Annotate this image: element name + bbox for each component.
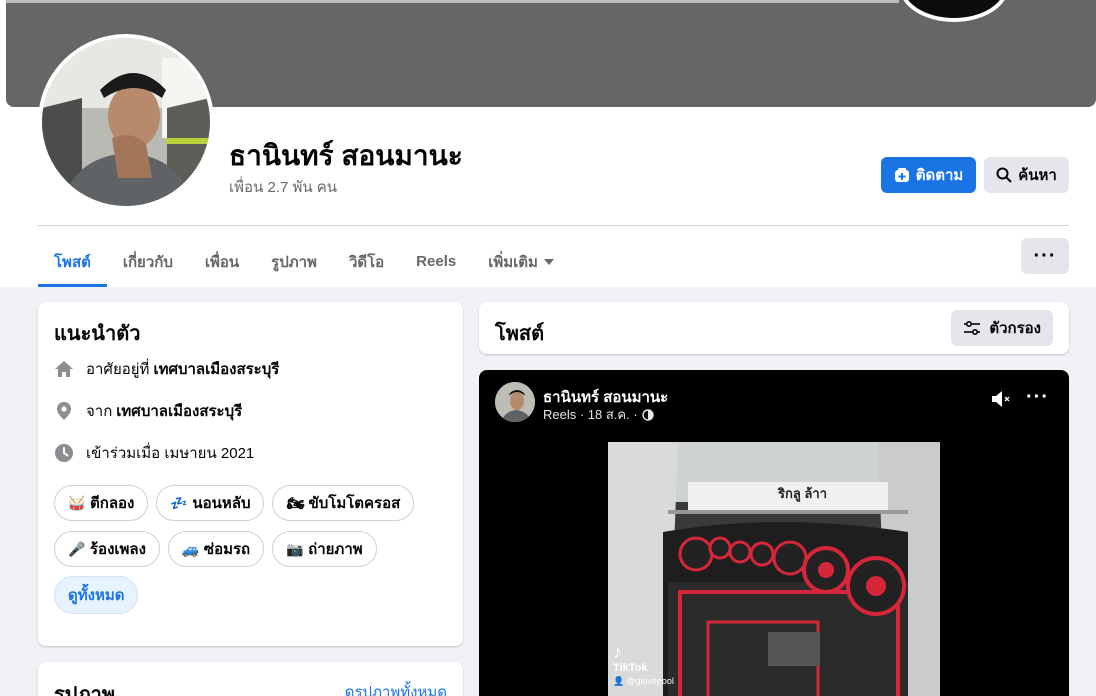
tab-friends[interactable]: เพื่อน: [189, 236, 255, 287]
from-link[interactable]: เทศบาลเมืองสระบุรี: [116, 399, 242, 423]
post-meta: Reels · 18 ส.ค. ·: [543, 404, 654, 425]
follow-label: ติดตาม: [915, 167, 964, 184]
lives-in-link[interactable]: เทศบาลเมืองสระบุรี: [153, 357, 279, 381]
search-label: ค้นหา: [1018, 167, 1057, 184]
profile-tabs: โพสต์ เกี่ยวกับ เพื่อน รูปภาพ วิดีโอ Ree…: [38, 236, 570, 287]
tab-posts[interactable]: โพสต์: [38, 236, 107, 287]
location-pin-icon: [54, 401, 74, 421]
tab-about[interactable]: เกี่ยวกับ: [107, 236, 189, 287]
profile-avatar[interactable]: [38, 34, 214, 210]
lives-in-row: อาศัยอยู่ที่ เทศบาลเมืองสระบุรี: [54, 357, 279, 381]
from-row: จาก เทศบาลเมืองสระบุรี: [54, 399, 242, 423]
profile-header: ธานินทร์ สอนมานะ เพื่อน 2.7 พัน คน ติดตา…: [0, 0, 1096, 287]
hobby-chip[interactable]: 📷 ถ่ายภาพ: [272, 531, 377, 567]
see-all-hobbies-button[interactable]: ดูทั้งหมด: [54, 576, 139, 614]
sleep-icon: 💤: [170, 494, 188, 511]
clock-icon: [54, 443, 74, 463]
filter-sliders-icon: [964, 321, 981, 335]
reel-video[interactable]: ริกลู ล้าา ♪ TikTok 👤 @glovepool: [608, 442, 940, 696]
cover-graphic: [899, 0, 1009, 22]
more-icon: ···: [1033, 244, 1057, 267]
hobbies-list: 🥁 ตีกลอง 💤 นอนหลับ 🏍 ขับโมโตครอส 🎤 ร้องเพลง …: [54, 485, 454, 569]
camera-icon: 📷: [286, 540, 304, 557]
tiktok-watermark: ♪ TikTok 👤 @glovepool: [613, 642, 674, 686]
reel-post: ธานินทร์ สอนมานะ Reels · 18 ส.ค. · ··· ร…: [479, 370, 1069, 696]
home-icon: [54, 359, 74, 379]
microphone-icon: 🎤: [68, 540, 86, 557]
tab-more[interactable]: เพิ่มเติม: [472, 236, 570, 287]
follow-icon: [894, 168, 909, 182]
globe-icon: [641, 408, 654, 421]
tab-photos[interactable]: รูปภาพ: [255, 236, 333, 287]
speaker-muted-icon: [992, 391, 1010, 407]
search-button[interactable]: ค้นหา: [984, 157, 1069, 193]
posts-title: โพสต์: [495, 323, 545, 345]
follow-button[interactable]: ติดตาม: [881, 157, 976, 193]
friends-count[interactable]: เพื่อน 2.7 พัน คน: [229, 175, 337, 199]
hobby-chip[interactable]: 🏍 ขับโมโตครอส: [272, 485, 415, 521]
more-options-button[interactable]: ···: [1021, 238, 1069, 274]
hobby-chip[interactable]: 🎤 ร้องเพลง: [54, 531, 160, 567]
tiktok-logo-icon: ♪: [613, 642, 622, 662]
avatar-photo: [42, 38, 210, 206]
more-icon: ···: [1026, 386, 1049, 408]
user-icon: 👤: [613, 676, 625, 686]
motocross-icon: 🏍: [286, 494, 305, 511]
see-all-photos-link[interactable]: ดูรูปภาพทั้งหมด: [345, 680, 447, 696]
post-author-avatar[interactable]: [495, 382, 535, 422]
filter-label: ตัวกรอง: [989, 320, 1041, 337]
tab-videos[interactable]: วิดีโอ: [333, 236, 400, 287]
hobby-chip[interactable]: 🥁 ตีกลอง: [54, 485, 149, 521]
intro-card: แนะนำตัว อาศัยอยู่ที่ เทศบาลเมืองสระบุรี…: [38, 302, 463, 646]
chevron-down-icon: [543, 258, 554, 265]
search-icon: [996, 167, 1012, 183]
photos-card: รูปภาพ ดูรูปภาพทั้งหมด: [38, 662, 463, 696]
drum-icon: 🥁: [68, 494, 86, 511]
post-options-button[interactable]: ···: [1026, 386, 1049, 409]
header-divider: [38, 225, 1069, 226]
filter-button[interactable]: ตัวกรอง: [951, 310, 1053, 346]
photos-title: รูปภาพ: [54, 684, 116, 696]
car-icon: 🚙: [181, 540, 200, 557]
hobby-chip[interactable]: 💤 นอนหลับ: [156, 485, 265, 521]
mute-button[interactable]: [991, 389, 1013, 414]
posts-header-card: โพสต์ ตัวกรอง: [479, 302, 1069, 354]
hobby-chip[interactable]: 🚙 ซ่อมรถ: [167, 531, 265, 567]
profile-name: ธานินทร์ สอนมานะ: [229, 140, 463, 171]
joined-row: เข้าร่วมเมื่อ เมษายน 2021: [54, 441, 254, 465]
tab-reels[interactable]: Reels: [400, 236, 472, 287]
svg-text:ริกลู ล้าา: ริกลู ล้าา: [777, 486, 827, 502]
intro-title: แนะนำตัว: [54, 323, 141, 345]
